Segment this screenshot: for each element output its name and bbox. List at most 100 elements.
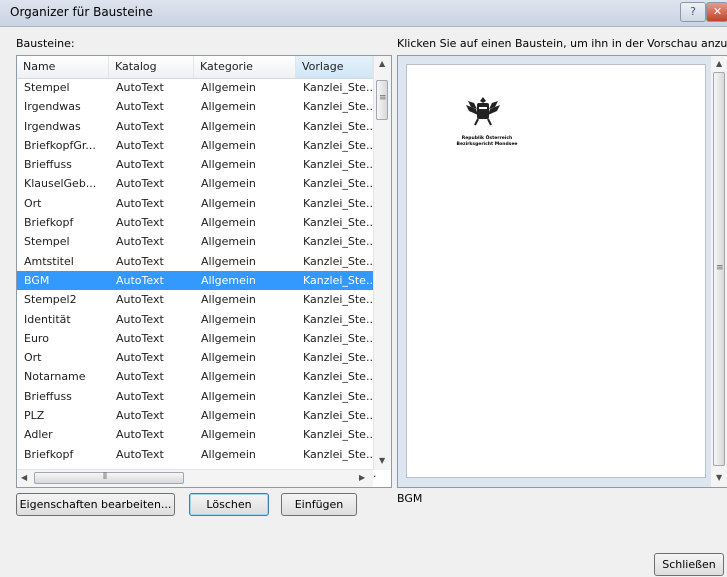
cell-kategorie: Allgemein: [201, 158, 256, 172]
cell-name: Amtstitel: [24, 254, 74, 268]
scroll-left-icon[interactable]: ◀: [21, 473, 27, 482]
list-row[interactable]: BriefkopfGr... AutoText Allgemein Kanzlei_S…: [17, 136, 376, 155]
help-button[interactable]: ?: [680, 2, 706, 22]
list-row[interactable]: Briefkopf AutoText Allgemein Kanzlei_Ste...: [17, 213, 376, 232]
cell-name: Ort: [24, 351, 42, 365]
cell-vorlage: Kanzlei_Ste...: [303, 351, 377, 365]
cell-katalog: AutoText: [116, 81, 164, 94]
cell-vorlage: Kanzlei_Ste...: [303, 158, 377, 172]
column-header-kategorie[interactable]: Kategorie: [194, 56, 296, 78]
list-header: Name Katalog Kategorie Vorlage: [17, 56, 373, 79]
cell-katalog: AutoText: [116, 158, 164, 172]
list-vertical-scroll-thumb[interactable]: ≡: [376, 80, 388, 120]
list-row[interactable]: Stempel AutoText Allgemein Kanzlei_Ste...: [17, 78, 376, 97]
column-header-name[interactable]: Name: [17, 56, 109, 78]
list-row[interactable]: Notarname AutoText Allgemein Kanzlei_Ste...: [17, 367, 376, 386]
close-window-button[interactable]: ✕: [706, 2, 727, 22]
cell-name: Euro: [24, 331, 49, 345]
cell-katalog: AutoText: [116, 331, 164, 345]
cell-kategorie: Allgemein: [201, 138, 256, 152]
scroll-up-icon[interactable]: ▲: [379, 59, 385, 68]
cell-vorlage: Kanzlei_Ste...: [303, 254, 377, 268]
cell-name: Stempel2: [24, 293, 77, 307]
list-row[interactable]: Irgendwas AutoText Allgemein Kanzlei_Ste...: [17, 97, 376, 116]
cell-kategorie: Allgemein: [201, 100, 256, 114]
cell-katalog: AutoText: [116, 216, 164, 230]
list-row[interactable]: Euro AutoText Allgemein Kanzlei_Ste...: [17, 329, 376, 348]
cell-katalog: AutoText: [116, 447, 164, 461]
cell-vorlage: Kanzlei_Ste...: [303, 428, 377, 442]
cell-name: Irgendwas: [24, 119, 81, 133]
list-row[interactable]: Stempel AutoText Allgemein Kanzlei_Ste...: [17, 232, 376, 251]
cell-name: Identität: [24, 312, 71, 326]
cell-kategorie: Allgemein: [201, 119, 256, 133]
list-row[interactable]: Irgendwas AutoText Allgemein Kanzlei_Ste...: [17, 117, 376, 136]
list-row[interactable]: Identität AutoText Allgemein Kanzlei_Ste...: [17, 310, 376, 329]
bausteine-label: Bausteine:: [16, 37, 75, 50]
cell-name: Stempel: [24, 81, 70, 94]
scroll-down-icon[interactable]: ▼: [716, 473, 722, 482]
list-row[interactable]: Brieffuss AutoText Allgemein Kanzlei_Ste...: [17, 387, 376, 406]
list-row[interactable]: Amtstitel AutoText Allgemein Kanzlei_Ste...: [17, 252, 376, 271]
cell-kategorie: Allgemein: [201, 312, 256, 326]
list-vertical-scrollbar[interactable]: ▲ ≡ ▼: [373, 56, 391, 470]
building-blocks-list[interactable]: Name Katalog Kategorie Vorlage Stempel Au…: [16, 55, 392, 488]
preview-vertical-scrollbar[interactable]: ▲ ≡ ▼: [710, 56, 727, 487]
cell-vorlage: Kanzlei_Ste...: [303, 216, 377, 230]
list-row[interactable]: Adler AutoText Allgemein Kanzlei_Ste...: [17, 425, 376, 444]
cell-vorlage: Kanzlei_Ste...: [303, 331, 377, 345]
cell-name: BriefkopfGr...: [24, 138, 96, 152]
cell-katalog: AutoText: [116, 119, 164, 133]
list-row[interactable]: Brieffuss AutoText Allgemein Kanzlei_Ste...: [17, 155, 376, 174]
cell-vorlage: Kanzlei_Ste...: [303, 389, 377, 403]
cell-vorlage: Kanzlei_Ste...: [303, 273, 377, 287]
cell-vorlage: Kanzlei_Ste...: [303, 119, 377, 133]
cell-vorlage: Kanzlei_Ste...: [303, 138, 377, 152]
austrian-eagle-emblem-icon: [466, 97, 500, 126]
edit-properties-button[interactable]: Eigenschaften bearbeiten...: [16, 493, 175, 516]
list-row[interactable]: PLZ AutoText Allgemein Kanzlei_Ste...: [17, 406, 376, 425]
cell-kategorie: Allgemein: [201, 254, 256, 268]
list-horizontal-scrollbar[interactable]: ◀ ⦀ ▶: [17, 469, 373, 487]
list-horizontal-scroll-thumb[interactable]: ⦀: [34, 472, 184, 484]
document-line-1: Republik Österreich: [461, 136, 513, 141]
cell-katalog: AutoText: [116, 389, 164, 403]
list-row[interactable]: BGM AutoText Allgemein Kanzlei_Ste...: [17, 270, 376, 291]
cell-name: Notarname: [24, 370, 86, 384]
cell-kategorie: Allgemein: [201, 273, 256, 287]
scroll-down-icon[interactable]: ▼: [379, 456, 385, 465]
column-header-vorlage[interactable]: Vorlage: [296, 56, 373, 78]
cell-vorlage: Kanzlei_Ste...: [303, 196, 377, 210]
cell-kategorie: Allgemein: [201, 293, 256, 307]
column-header-katalog[interactable]: Katalog: [109, 56, 194, 78]
window-title: Organizer für Bausteine: [10, 5, 153, 19]
scroll-right-icon[interactable]: ▶: [359, 473, 365, 482]
cell-name: KlauselGeb...: [24, 177, 97, 191]
list-row[interactable]: Ort AutoText Allgemein Kanzlei_Ste...: [17, 194, 376, 213]
cell-name: Briefkopf: [24, 447, 74, 461]
cell-katalog: AutoText: [116, 100, 164, 114]
list-row[interactable]: Stempel2 AutoText Allgemein Kanzlei_Ste...: [17, 290, 376, 309]
cell-katalog: AutoText: [116, 293, 164, 307]
document-line-2: Bezirksgericht Mondsee: [456, 142, 518, 147]
cell-kategorie: Allgemein: [201, 428, 256, 442]
cell-name: Brieffuss: [24, 389, 72, 403]
preview-scroll-thumb[interactable]: ≡: [713, 72, 725, 466]
cell-katalog: AutoText: [116, 370, 164, 384]
list-rows: Stempel AutoText Allgemein Kanzlei_Ste... Ir…: [17, 78, 376, 487]
close-button[interactable]: Schließen: [654, 553, 724, 576]
cell-name: Irgendwas: [24, 100, 81, 114]
insert-button[interactable]: Einfügen: [281, 493, 357, 516]
list-row[interactable]: Briefkopf AutoText Allgemein Kanzlei_Ste...: [17, 445, 376, 464]
scroll-up-icon[interactable]: ▲: [716, 59, 722, 68]
list-row[interactable]: Ort AutoText Allgemein Kanzlei_Ste...: [17, 348, 376, 367]
list-row[interactable]: KlauselGeb... AutoText Allgemein Kanzlei_St…: [17, 174, 376, 193]
scroll-grip-icon: ≡: [716, 263, 724, 273]
cell-vorlage: Kanzlei_Ste...: [303, 100, 377, 114]
cell-kategorie: Allgemein: [201, 409, 256, 423]
cell-katalog: AutoText: [116, 428, 164, 442]
cell-katalog: AutoText: [116, 138, 164, 152]
cell-name: Brieffuss: [24, 158, 72, 172]
cell-kategorie: Allgemein: [201, 216, 256, 230]
delete-button[interactable]: Löschen: [189, 493, 269, 516]
